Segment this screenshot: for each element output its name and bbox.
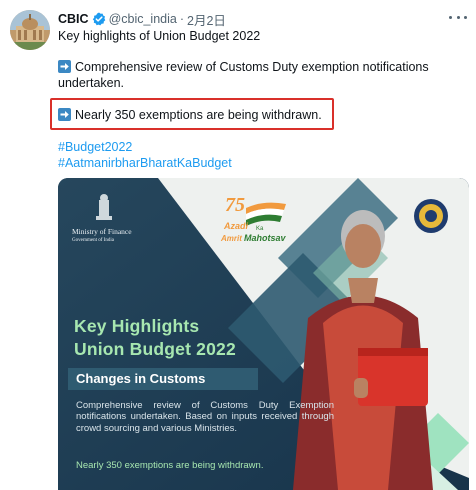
tweet[interactable]: CBIC @cbic_india · 2月2日 Key highlights o…	[0, 0, 476, 490]
media-subheading: Changes in Customs	[76, 371, 206, 386]
right-arrow-emoji-icon	[58, 60, 71, 73]
tweet-text-para3: Nearly 350 exemptions are being withdraw…	[58, 107, 458, 123]
azadi-logo-75: 75	[225, 194, 245, 216]
verified-badge-icon	[92, 12, 106, 26]
tweet-date[interactable]: 2月2日	[187, 10, 226, 29]
tweet-media-image[interactable]: Ministry of Finance Government of India …	[58, 178, 469, 490]
ministry-line2: Government of India	[72, 237, 114, 243]
tweet-header: CBIC @cbic_india · 2月2日	[58, 10, 226, 28]
ministry-label: Ministry of Finance Government of India	[72, 227, 132, 245]
tweet-text-para2: Comprehensive review of Customs Duty exe…	[58, 59, 438, 91]
hashtag-aatmanirbhar[interactable]: #AatmanirbharBharatKaBudget	[58, 155, 232, 171]
tweet-text-line1: Key highlights of Union Budget 2022	[58, 29, 261, 43]
author-handle[interactable]: @cbic_india	[109, 12, 177, 26]
azadi-logo-ka: Ka	[256, 226, 264, 232]
right-arrow-emoji-icon	[58, 108, 71, 121]
ministry-line1: Ministry of Finance	[72, 227, 132, 236]
media-body-text: Comprehensive review of Customs Duty Exe…	[76, 400, 334, 434]
author-name[interactable]: CBIC	[58, 12, 89, 26]
media-footer-text: Nearly 350 exemptions are being withdraw…	[76, 460, 264, 471]
media-heading-1: Key Highlights	[74, 316, 200, 336]
separator-dot: ·	[179, 12, 185, 26]
azadi-logo-amrit: Amrit	[221, 234, 242, 243]
hashtag-budget2022[interactable]: #Budget2022	[58, 139, 132, 155]
azadi-logo-mahotsav: Mahotsav	[244, 233, 286, 243]
tweet-text-para3-content: Nearly 350 exemptions are being withdraw…	[75, 108, 322, 122]
more-dots-icon[interactable]	[449, 11, 467, 23]
media-heading-2: Union Budget 2022	[74, 339, 236, 359]
tweet-text-para2-content: Comprehensive review of Customs Duty exe…	[58, 60, 429, 90]
avatar[interactable]	[10, 10, 50, 50]
azadi-logo-azadi: Azadi	[224, 221, 249, 231]
